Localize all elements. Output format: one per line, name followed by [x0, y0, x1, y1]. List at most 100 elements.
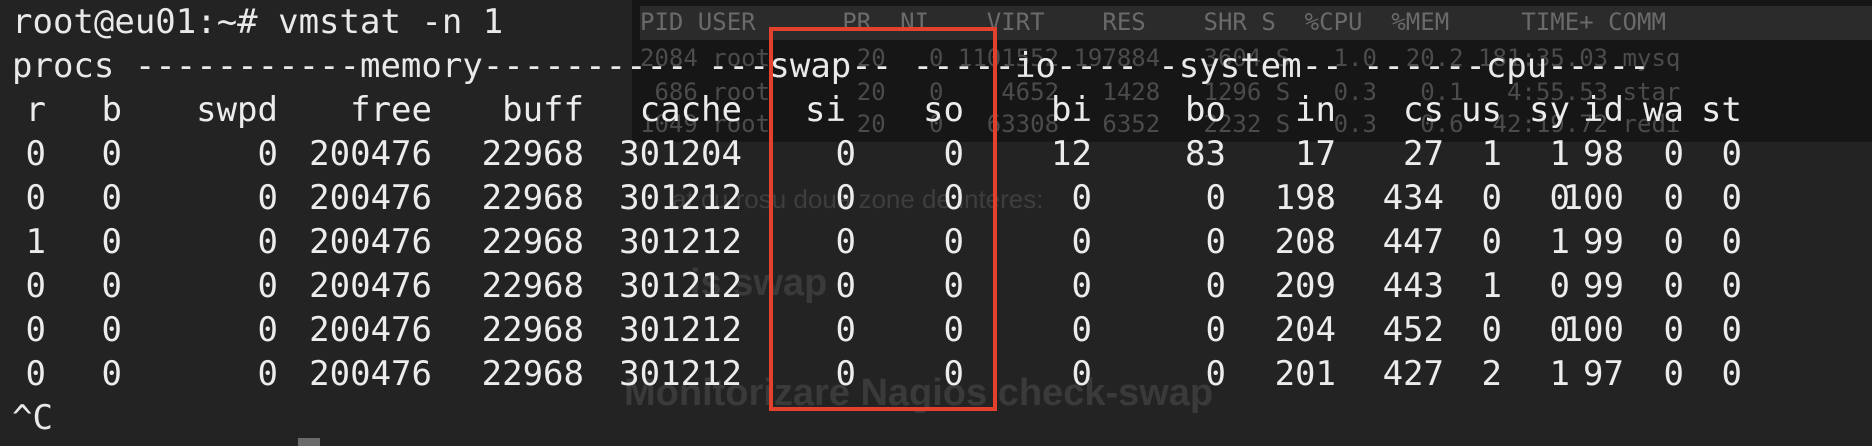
cell-bo: 0 [1205, 310, 1226, 350]
cell-cs: 27 [1403, 134, 1444, 174]
cell-wa: 0 [1663, 266, 1684, 306]
cell-us: 0 [1481, 222, 1502, 262]
interrupt-line: ^C [12, 398, 53, 438]
cell-sy: 1 [1549, 134, 1570, 174]
cell-free: 200476 [309, 178, 432, 218]
cell-b: 0 [101, 266, 122, 306]
cell-wa: 0 [1663, 134, 1684, 174]
column-header-us: us [1461, 90, 1502, 130]
cell-sy: 1 [1549, 222, 1570, 262]
cell-bo: 0 [1205, 222, 1226, 262]
cell-st: 0 [1721, 310, 1742, 350]
cell-id: 97 [1583, 354, 1624, 394]
cell-wa: 0 [1663, 222, 1684, 262]
cell-free: 200476 [309, 222, 432, 262]
cell-free: 200476 [309, 266, 432, 306]
scrollbar-thumb[interactable] [298, 438, 320, 446]
cell-st: 0 [1721, 222, 1742, 262]
cell-r: 1 [25, 222, 46, 262]
cell-free: 200476 [309, 134, 432, 174]
cell-bi: 0 [1071, 354, 1092, 394]
cell-bo: 0 [1205, 178, 1226, 218]
column-header-b: b [101, 90, 122, 130]
cell-r: 0 [25, 266, 46, 306]
cell-b: 0 [101, 354, 122, 394]
cell-wa: 0 [1663, 310, 1684, 350]
cell-r: 0 [25, 354, 46, 394]
cell-swpd: 0 [257, 134, 278, 174]
cell-st: 0 [1721, 266, 1742, 306]
cell-in: 198 [1274, 178, 1336, 218]
cell-cache: 301212 [619, 178, 742, 218]
cell-id: 100 [1562, 310, 1624, 350]
cell-id: 100 [1562, 178, 1624, 218]
cell-us: 1 [1481, 266, 1502, 306]
cell-b: 0 [101, 134, 122, 174]
column-header-cs: cs [1403, 90, 1444, 130]
column-header-sy: sy [1529, 90, 1570, 130]
cell-swpd: 0 [257, 222, 278, 262]
cell-in: 209 [1274, 266, 1336, 306]
cell-r: 0 [25, 310, 46, 350]
cell-cache: 301212 [619, 310, 742, 350]
cell-buff: 22968 [481, 310, 584, 350]
cell-us: 0 [1481, 178, 1502, 218]
command-prompt-line: root@eu01:~# vmstat -n 1 [12, 2, 504, 42]
cell-swpd: 0 [257, 354, 278, 394]
swap-columns-highlight-box [769, 27, 997, 411]
column-header-free: free [350, 90, 432, 130]
cell-buff: 22968 [481, 178, 584, 218]
cell-swpd: 0 [257, 266, 278, 306]
cell-bi: 0 [1071, 178, 1092, 218]
cell-id: 98 [1583, 134, 1624, 174]
cell-bi: 0 [1071, 266, 1092, 306]
cell-wa: 0 [1663, 354, 1684, 394]
column-header-bi: bi [1051, 90, 1092, 130]
cell-cs: 427 [1382, 354, 1444, 394]
cell-bo: 0 [1205, 266, 1226, 306]
column-header-swpd: swpd [196, 90, 278, 130]
cell-cache: 301212 [619, 222, 742, 262]
column-header-st: st [1701, 90, 1742, 130]
cell-cache: 301212 [619, 266, 742, 306]
cell-b: 0 [101, 310, 122, 350]
cell-cache: 301204 [619, 134, 742, 174]
cell-st: 0 [1721, 178, 1742, 218]
column-header-cache: cache [639, 90, 742, 130]
cell-cs: 443 [1382, 266, 1444, 306]
cell-bi: 12 [1051, 134, 1092, 174]
cell-b: 0 [101, 222, 122, 262]
cell-in: 201 [1274, 354, 1336, 394]
cell-us: 0 [1481, 310, 1502, 350]
cell-free: 200476 [309, 310, 432, 350]
cell-sy: 1 [1549, 354, 1570, 394]
cell-us: 1 [1481, 134, 1502, 174]
cell-buff: 22968 [481, 354, 584, 394]
cell-r: 0 [25, 178, 46, 218]
column-header-buff: buff [502, 90, 584, 130]
cell-bo: 0 [1205, 354, 1226, 394]
cell-cache: 301212 [619, 354, 742, 394]
cell-free: 200476 [309, 354, 432, 394]
cell-id: 99 [1583, 266, 1624, 306]
cell-buff: 22968 [481, 266, 584, 306]
cell-id: 99 [1583, 222, 1624, 262]
cell-bi: 0 [1071, 310, 1092, 350]
column-header-wa: wa [1643, 90, 1684, 130]
cell-cs: 452 [1382, 310, 1444, 350]
cell-cs: 434 [1382, 178, 1444, 218]
cell-in: 204 [1274, 310, 1336, 350]
cell-bo: 83 [1185, 134, 1226, 174]
cell-st: 0 [1721, 354, 1742, 394]
cell-st: 0 [1721, 134, 1742, 174]
cell-cs: 447 [1382, 222, 1444, 262]
cell-swpd: 0 [257, 310, 278, 350]
cell-sy: 0 [1549, 266, 1570, 306]
column-header-in: in [1295, 90, 1336, 130]
cell-buff: 22968 [481, 222, 584, 262]
terminal-window[interactable]: PID USER PR NI VIRT RES SHR S %CPU %MEM … [0, 0, 1872, 446]
cell-in: 17 [1295, 134, 1336, 174]
cell-b: 0 [101, 178, 122, 218]
column-header-bo: bo [1185, 90, 1226, 130]
cell-bi: 0 [1071, 222, 1092, 262]
